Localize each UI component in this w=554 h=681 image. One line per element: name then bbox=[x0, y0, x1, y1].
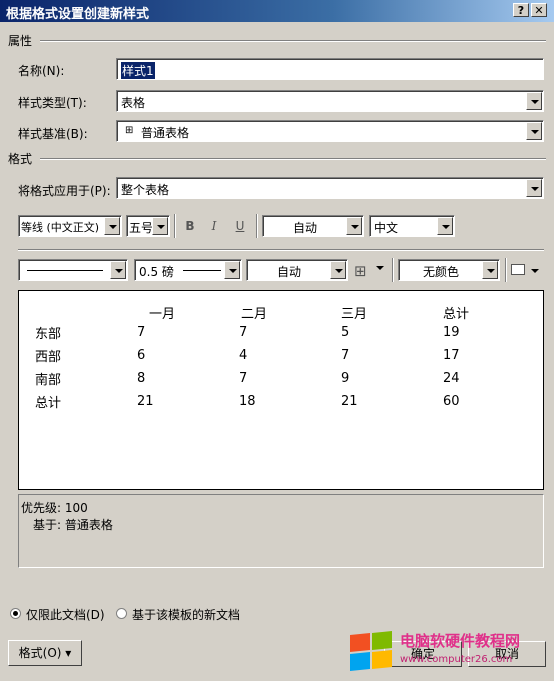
row-label: 南部 bbox=[35, 373, 62, 388]
table-cell: 7 bbox=[239, 371, 248, 386]
priority-text: 优先级: 100 bbox=[21, 501, 88, 515]
name-input[interactable]: 样式1 bbox=[116, 58, 544, 80]
chevron-down-icon[interactable] bbox=[526, 92, 542, 110]
font-color-select[interactable]: 自动 bbox=[262, 215, 364, 237]
chevron-down-icon[interactable] bbox=[110, 261, 126, 279]
name-label: 名称(N): bbox=[18, 64, 65, 78]
close-button[interactable]: ✕ bbox=[531, 3, 547, 17]
table-cell: 24 bbox=[443, 371, 460, 386]
format-button[interactable]: 格式(O) ▾ bbox=[8, 640, 82, 666]
font-select[interactable]: 等线 (中文正文) bbox=[18, 215, 122, 237]
watermark-url: www.computer26.com bbox=[400, 654, 513, 665]
table-cell: 19 bbox=[443, 325, 460, 340]
table-cell: 5 bbox=[341, 325, 350, 340]
table-cell: 9 bbox=[341, 371, 350, 386]
header-cell: 三月 bbox=[341, 307, 368, 322]
properties-section-title: 属性 bbox=[8, 34, 33, 48]
apply-to-select[interactable]: 整个表格 bbox=[116, 177, 544, 199]
table-cell: 6 bbox=[137, 348, 146, 363]
table-cell: 21 bbox=[137, 394, 154, 409]
style-description: 优先级: 100 基于: 普通表格 bbox=[18, 494, 544, 568]
toolbar-separator bbox=[256, 214, 258, 238]
chevron-down-icon[interactable] bbox=[437, 217, 453, 235]
table-cell: 17 bbox=[443, 348, 460, 363]
table-preview: 一月 二月 三月 总计 东部 7 7 5 19 西部 6 4 7 17 南部 8… bbox=[18, 290, 544, 490]
toolbar-separator bbox=[392, 258, 394, 282]
only-this-doc-radio[interactable] bbox=[10, 608, 21, 619]
format-section-title: 格式 bbox=[8, 152, 33, 166]
windows-logo-icon bbox=[348, 630, 396, 672]
row-label: 总计 bbox=[35, 396, 62, 411]
row-label: 东部 bbox=[35, 327, 62, 342]
border-style-select[interactable] bbox=[18, 259, 128, 281]
toolbar-separator bbox=[174, 214, 176, 238]
window-title: 根据格式设置创建新样式 bbox=[6, 7, 150, 22]
divider bbox=[40, 40, 546, 42]
template-doc-radio[interactable] bbox=[116, 608, 127, 619]
style-based-value: 普通表格 bbox=[141, 126, 190, 140]
table-cell: 18 bbox=[239, 394, 256, 409]
apply-to-value: 整个表格 bbox=[121, 183, 170, 197]
table-cell: 8 bbox=[137, 371, 146, 386]
chevron-down-icon[interactable] bbox=[224, 261, 240, 279]
style-type-value: 表格 bbox=[121, 96, 146, 110]
header-cell: 总计 bbox=[443, 307, 470, 322]
chevron-down-icon[interactable] bbox=[376, 266, 384, 270]
chevron-down-icon[interactable] bbox=[152, 217, 168, 235]
name-value: 样式1 bbox=[121, 62, 155, 79]
style-type-select[interactable]: 表格 bbox=[116, 90, 544, 112]
chevron-down-icon[interactable] bbox=[526, 122, 542, 140]
table-cell: 7 bbox=[239, 325, 248, 340]
table-icon: ⊞ bbox=[125, 125, 134, 136]
font-value: 等线 (中文正文) bbox=[21, 221, 100, 234]
header-cell: 一月 bbox=[149, 307, 176, 322]
border-color-value: 自动 bbox=[277, 265, 302, 279]
style-based-select[interactable]: ⊞ 普通表格 bbox=[116, 120, 544, 142]
shading-value: 无颜色 bbox=[423, 265, 460, 279]
table-cell: 7 bbox=[137, 325, 146, 340]
chevron-down-icon[interactable] bbox=[482, 261, 498, 279]
line-weight-preview bbox=[183, 270, 221, 271]
font-color-value: 自动 bbox=[293, 221, 318, 235]
table-cell: 21 bbox=[341, 394, 358, 409]
template-doc-label[interactable]: 基于该模板的新文档 bbox=[132, 606, 240, 623]
chevron-down-icon[interactable] bbox=[531, 269, 539, 273]
toolbar-separator bbox=[505, 258, 507, 282]
table-cell: 7 bbox=[341, 348, 350, 363]
apply-to-label: 将格式应用于(P): bbox=[18, 184, 111, 198]
help-button[interactable]: ? bbox=[513, 3, 529, 17]
chevron-down-icon[interactable] bbox=[104, 217, 120, 235]
table-cell: 4 bbox=[239, 348, 248, 363]
border-weight-value: 0.5 磅 bbox=[139, 265, 174, 279]
underline-button[interactable]: U bbox=[230, 215, 250, 237]
header-cell: 二月 bbox=[241, 307, 268, 322]
row-label: 西部 bbox=[35, 350, 62, 365]
alignment-icon[interactable] bbox=[511, 264, 525, 275]
line-style-preview bbox=[27, 270, 103, 271]
language-value: 中文 bbox=[374, 221, 399, 235]
border-color-select[interactable]: 自动 bbox=[246, 259, 348, 281]
size-select[interactable]: 五号 bbox=[126, 215, 170, 237]
shading-select[interactable]: 无颜色 bbox=[398, 259, 500, 281]
borders-icon[interactable]: ⊞ bbox=[354, 262, 367, 280]
title-bar: 根据格式设置创建新样式 ? ✕ bbox=[0, 0, 554, 22]
chevron-down-icon[interactable] bbox=[526, 179, 542, 197]
size-value: 五号 bbox=[129, 221, 154, 235]
divider bbox=[40, 158, 546, 160]
chevron-down-icon[interactable] bbox=[346, 217, 362, 235]
style-based-label: 样式基准(B): bbox=[18, 127, 88, 141]
italic-button[interactable]: I bbox=[204, 215, 224, 237]
divider bbox=[18, 249, 544, 251]
based-on-text: 基于: 普通表格 bbox=[33, 518, 113, 532]
watermark-title: 电脑软硬件教程网 bbox=[400, 632, 521, 650]
only-this-doc-label[interactable]: 仅限此文档(D) bbox=[26, 606, 105, 623]
bold-button[interactable]: B bbox=[180, 215, 200, 237]
chevron-down-icon[interactable] bbox=[330, 261, 346, 279]
style-type-label: 样式类型(T): bbox=[18, 96, 87, 110]
language-select[interactable]: 中文 bbox=[369, 215, 455, 237]
border-weight-select[interactable]: 0.5 磅 bbox=[134, 259, 242, 281]
table-cell: 60 bbox=[443, 394, 460, 409]
